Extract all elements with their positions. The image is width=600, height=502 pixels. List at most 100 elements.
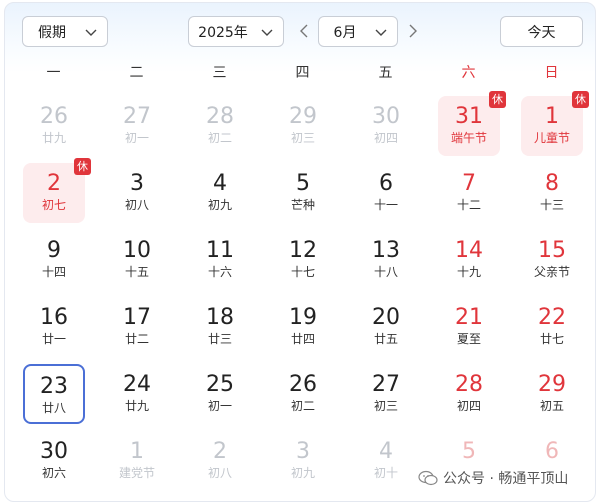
chevron-left-icon[interactable] [296, 22, 312, 40]
weekday-label: 一 [46, 65, 61, 81]
lunar-date: 初四 [373, 131, 398, 145]
day-number: 1 [130, 439, 144, 464]
day-cell[interactable]: 23 廿八 [23, 364, 85, 424]
rest-badge: 休 [74, 158, 91, 175]
day-number: 7 [462, 171, 476, 196]
weekday-label: 四 [295, 65, 310, 81]
lunar-date: 初五 [539, 399, 564, 413]
day-number: 26 [40, 104, 68, 129]
day-number: 3 [296, 439, 310, 464]
day-cell[interactable]: 18 廿三 [189, 297, 251, 357]
holiday-select-label: 假期 [38, 24, 66, 41]
day-cell[interactable]: 3 初九 [272, 431, 334, 491]
lunar-date: 廿二 [124, 332, 149, 346]
calendar-toolbar: 假期 2025年 6月 今天 [0, 0, 600, 60]
day-cell[interactable]: 12 十七 [272, 230, 334, 290]
day-cell[interactable]: 31 端午节休 [438, 91, 506, 156]
lunar-date: 初三 [373, 399, 398, 413]
lunar-date: 十七 [290, 265, 315, 279]
day-number: 26 [289, 372, 317, 397]
day-cell[interactable]: 11 十六 [189, 230, 251, 290]
day-cell[interactable]: 4 初十 [355, 431, 417, 491]
weekday-label: 二 [129, 65, 144, 81]
day-number: 30 [372, 104, 400, 129]
day-number: 27 [123, 104, 151, 129]
day-cell[interactable]: 9 十四 [23, 230, 85, 290]
day-cell[interactable]: 28 初四 [438, 364, 500, 424]
day-number: 5 [296, 171, 310, 196]
lunar-date: 芒种 [290, 198, 315, 212]
day-number: 5 [462, 439, 476, 464]
day-number: 24 [123, 372, 151, 397]
day-cell[interactable]: 30 初六 [23, 431, 85, 491]
day-number: 28 [206, 104, 234, 129]
day-cell[interactable]: 25 初一 [189, 364, 251, 424]
day-number: 21 [455, 305, 483, 330]
lunar-date: 初六 [41, 466, 66, 480]
day-cell[interactable]: 26 廿九 [23, 96, 85, 156]
day-number: 13 [372, 238, 400, 263]
day-cell[interactable]: 17 廿二 [106, 297, 168, 357]
day-cell[interactable]: 24 廿九 [106, 364, 168, 424]
lunar-date: 十五 [124, 265, 149, 279]
day-number: 12 [289, 238, 317, 263]
holiday-select[interactable]: 假期 [22, 16, 108, 47]
day-cell[interactable]: 14 十九 [438, 230, 500, 290]
day-cell[interactable]: 2 初七休 [23, 158, 91, 223]
lunar-date: 端午节 [450, 131, 487, 145]
day-number: 14 [455, 238, 483, 263]
lunar-date: 建党节 [118, 466, 155, 480]
today-button[interactable]: 今天 [500, 16, 583, 47]
day-number: 9 [47, 238, 61, 263]
day-cell[interactable]: 26 初二 [272, 364, 334, 424]
day-cell[interactable]: 13 十八 [355, 230, 417, 290]
lunar-date: 儿童节 [533, 131, 570, 145]
watermark-text: 公众号 · 畅通平顶山 [443, 471, 569, 487]
day-number: 27 [372, 372, 400, 397]
day-cell[interactable]: 6 十一 [355, 163, 417, 223]
day-number: 20 [372, 305, 400, 330]
lunar-date: 初四 [456, 399, 481, 413]
day-cell[interactable]: 10 十五 [106, 230, 168, 290]
lunar-date: 初一 [124, 131, 149, 145]
day-number: 25 [206, 372, 234, 397]
lunar-date: 廿一 [41, 332, 66, 346]
weekday-label: 五 [378, 65, 393, 81]
lunar-date: 初九 [207, 198, 232, 212]
day-cell[interactable]: 29 初五 [521, 364, 583, 424]
day-cell[interactable]: 27 初三 [355, 364, 417, 424]
day-cell[interactable]: 15 父亲节 [521, 230, 583, 290]
day-cell[interactable]: 16 廿一 [23, 297, 85, 357]
day-cell[interactable]: 30 初四 [355, 96, 417, 156]
day-cell[interactable]: 21 夏至 [438, 297, 500, 357]
rest-badge: 休 [572, 91, 589, 108]
day-cell[interactable]: 27 初一 [106, 96, 168, 156]
lunar-date: 初十 [373, 466, 398, 480]
day-cell[interactable]: 22 廿七 [521, 297, 583, 357]
day-cell[interactable]: 4 初九 [189, 163, 251, 223]
lunar-date: 廿八 [41, 401, 66, 415]
lunar-date: 初一 [207, 399, 232, 413]
lunar-date: 廿四 [290, 332, 315, 346]
day-cell[interactable]: 28 初二 [189, 96, 251, 156]
year-select[interactable]: 2025年 [188, 16, 284, 47]
lunar-date: 初九 [290, 466, 315, 480]
lunar-date: 廿五 [373, 332, 398, 346]
day-cell[interactable]: 1 儿童节休 [521, 91, 589, 156]
month-select[interactable]: 6月 [318, 16, 398, 47]
day-cell[interactable]: 5 芒种 [272, 163, 334, 223]
day-cell[interactable]: 1 建党节 [106, 431, 168, 491]
day-cell[interactable]: 8 十三 [521, 163, 583, 223]
lunar-date: 父亲节 [533, 265, 570, 279]
day-cell[interactable]: 20 廿五 [355, 297, 417, 357]
day-cell[interactable]: 2 初八 [189, 431, 251, 491]
day-cell[interactable]: 3 初八 [106, 163, 168, 223]
lunar-date: 十三 [539, 198, 564, 212]
day-number: 28 [455, 372, 483, 397]
day-cell[interactable]: 29 初三 [272, 96, 334, 156]
day-cell[interactable]: 7 十二 [438, 163, 500, 223]
lunar-date: 廿九 [41, 131, 66, 145]
day-cell[interactable]: 19 廿四 [272, 297, 334, 357]
chevron-right-icon[interactable] [405, 22, 421, 40]
weekday-label: 日 [544, 65, 559, 81]
